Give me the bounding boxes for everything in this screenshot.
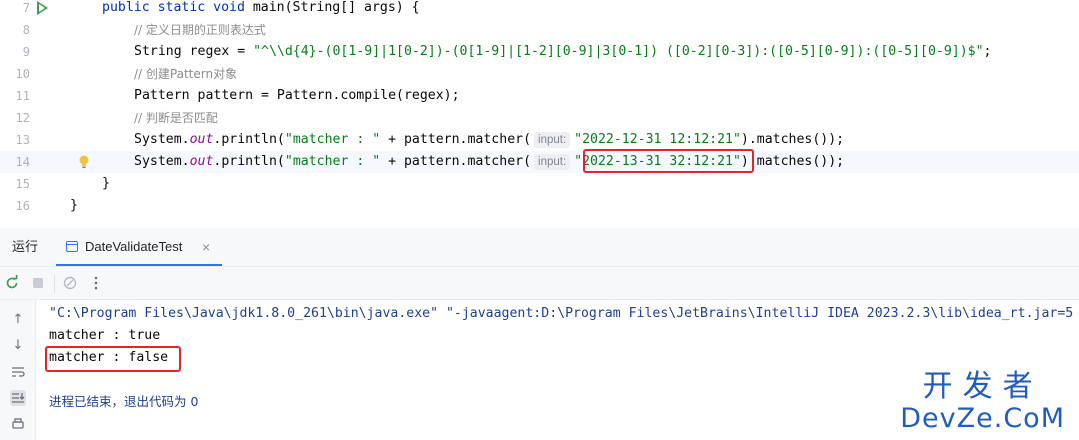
run-config-icon — [66, 241, 78, 252]
arrow-up-icon[interactable]: ↑ — [10, 312, 26, 328]
code-comment: // 创建Pattern对象 — [134, 67, 238, 81]
lightbulb-icon[interactable] — [78, 155, 90, 169]
code-line-16: 16 } — [0, 195, 1079, 217]
code-line-7: 7 public static void main(String[] args)… — [0, 0, 1079, 19]
code-field: out — [189, 154, 214, 169]
toolbar-divider — [54, 275, 55, 293]
code-text: ; — [983, 44, 992, 59]
run-toolbar — [0, 266, 1079, 300]
code-text: main(String[] args) { — [244, 0, 420, 15]
code-text: } — [102, 176, 110, 191]
code-text: Pattern pattern = Pattern.compile(regex)… — [134, 88, 460, 103]
code-text: System. — [134, 154, 190, 169]
code-line-9: 9 String regex = "^\\d{4}-(0[1-9]|1[0-2]… — [0, 41, 1079, 63]
tool-window-title: 运行 — [12, 239, 39, 254]
line-number: 13 — [15, 133, 30, 147]
code-text: .println( — [213, 154, 285, 169]
watermark: 开发者 DevZe.CoM — [900, 370, 1065, 434]
tab-datevalidatetest[interactable]: DateValidateTest × — [56, 228, 222, 266]
line-number: 16 — [15, 199, 30, 213]
code-field: out — [189, 132, 214, 147]
code-text: } — [70, 198, 78, 213]
code-keywords: public static void — [102, 0, 245, 15]
tool-window-header: 运行 DateValidateTest × — [0, 228, 1079, 266]
line-number: 8 — [22, 23, 30, 37]
line-number: 14 — [15, 155, 30, 169]
code-comment: // 判断是否匹配 — [134, 111, 218, 125]
watermark-en: DevZe.CoM — [900, 403, 1065, 434]
process-finished-message: 进程已结束，退出代码为 0 — [49, 394, 199, 409]
line-number: 7 — [22, 1, 30, 15]
code-line-10: 10 // 创建Pattern对象 — [0, 63, 1079, 85]
print-icon[interactable] — [10, 416, 26, 432]
code-string: "matcher : " — [284, 154, 381, 169]
highlight-box-false — [45, 346, 181, 372]
line-number: 10 — [15, 67, 30, 81]
line-number: 15 — [15, 177, 30, 191]
rerun-icon[interactable] — [4, 275, 20, 291]
line-number: 11 — [15, 89, 30, 103]
code-comment: // 定义日期的正则表达式 — [134, 23, 266, 37]
console-command-line: "C:\Program Files\Java\jdk1.8.0_261\bin\… — [49, 306, 1074, 321]
code-text: + pattern.matcher( — [380, 154, 532, 169]
soft-wrap-icon[interactable] — [10, 364, 26, 380]
code-text: ).matches()); — [740, 132, 845, 147]
code-line-14: 14 System.out.println("matcher : " + pat… — [0, 151, 1079, 173]
arrow-down-icon[interactable]: ↓ — [10, 338, 26, 354]
parameter-hint: input: — [534, 154, 571, 170]
run-tool-window: 运行 DateValidateTest × ↑ ↓ "C:\Program Fi… — [0, 228, 1079, 440]
regex-string: "^\\d{4}-(0[1-9]|1[0-2])-(0[1-9]|[1-2][0… — [253, 44, 984, 59]
code-line-12: 12 // 判断是否匹配 — [0, 107, 1079, 129]
code-text: System. — [134, 132, 190, 147]
debug-icon[interactable] — [62, 275, 78, 291]
code-line-13: 13 System.out.println("matcher : " + pat… — [0, 129, 1079, 151]
code-line-8: 8 // 定义日期的正则表达式 — [0, 19, 1079, 41]
more-options-icon[interactable] — [88, 275, 104, 291]
run-gutter-icon[interactable] — [37, 1, 48, 15]
code-text: ).matches()); — [740, 154, 845, 169]
code-text: String regex = — [134, 44, 254, 59]
code-line-15: 15 } — [0, 173, 1079, 195]
date-argument: "2022-12-31 12:12:21" — [574, 132, 741, 147]
line-number: 9 — [22, 45, 30, 59]
code-text: .println( — [213, 132, 285, 147]
line-number: 12 — [15, 111, 30, 125]
scroll-to-end-icon[interactable] — [10, 390, 26, 406]
watermark-cn: 开发者 — [922, 369, 1043, 404]
code-line-11: 11 Pattern pattern = Pattern.compile(reg… — [0, 85, 1079, 107]
console-output-true: matcher : true — [49, 328, 161, 343]
code-string: "matcher : " — [284, 132, 381, 147]
highlight-box-date — [583, 149, 754, 173]
stop-icon[interactable] — [30, 275, 46, 291]
code-editor[interactable]: 7 public static void main(String[] args)… — [0, 0, 1079, 228]
tab-label: DateValidateTest — [85, 239, 183, 254]
parameter-hint: input: — [534, 132, 571, 148]
code-text: + pattern.matcher( — [380, 132, 532, 147]
close-icon[interactable]: × — [202, 228, 210, 266]
console-side-toolbar: ↑ ↓ — [0, 300, 36, 440]
